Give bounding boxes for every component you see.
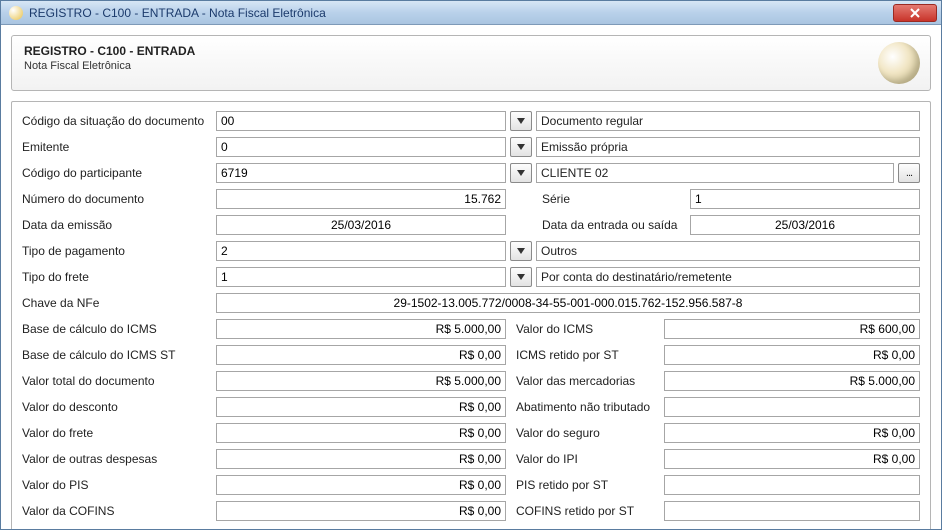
desc-codigo-participante: CLIENTE 02	[536, 163, 894, 183]
input-icms-retido-st[interactable]	[664, 345, 920, 365]
label-valor-total-doc: Valor total do documento	[22, 374, 212, 388]
label-valor-pis: Valor do PIS	[22, 478, 212, 492]
input-data-emissao[interactable]	[216, 215, 506, 235]
titlebar: REGISTRO - C100 - ENTRADA - Nota Fiscal …	[1, 1, 941, 25]
input-serie[interactable]	[690, 189, 920, 209]
label-serie: Série	[536, 192, 686, 206]
dropdown-emitente[interactable]	[510, 137, 532, 157]
app-icon	[9, 6, 23, 20]
desc-tipo-pagamento: Outros	[536, 241, 920, 261]
chevron-down-icon	[517, 248, 525, 254]
label-codigo-situacao: Código da situação do documento	[22, 114, 212, 128]
label-tipo-frete: Tipo do frete	[22, 270, 212, 284]
window-title: REGISTRO - C100 - ENTRADA - Nota Fiscal …	[29, 6, 893, 20]
label-pis-retido-st: PIS retido por ST	[510, 478, 660, 492]
input-numero-documento[interactable]	[216, 189, 506, 209]
label-valor-ipi: Valor do IPI	[510, 452, 660, 466]
label-codigo-participante: Código do participante	[22, 166, 212, 180]
label-bc-icms-st: Base de cálculo do ICMS ST	[22, 348, 212, 362]
input-valor-icms[interactable]	[664, 319, 920, 339]
label-data-entrada: Data da entrada ou saída	[536, 218, 686, 232]
chevron-down-icon	[517, 144, 525, 150]
label-numero-documento: Número do documento	[22, 192, 212, 206]
desc-tipo-frete: Por conta do destinatário/remetente	[536, 267, 920, 287]
chevron-down-icon	[517, 118, 525, 124]
input-data-entrada[interactable]	[690, 215, 920, 235]
desc-codigo-situacao: Documento regular	[536, 111, 920, 131]
page-title: REGISTRO - C100 - ENTRADA	[24, 44, 918, 58]
input-valor-seguro[interactable]	[664, 423, 920, 443]
header-logo	[878, 42, 920, 84]
lookup-participante-button[interactable]: ...	[898, 163, 920, 183]
label-valor-icms: Valor do ICMS	[510, 322, 660, 336]
input-pis-retido-st[interactable]	[664, 475, 920, 495]
input-codigo-situacao[interactable]	[216, 111, 506, 131]
dropdown-tipo-frete[interactable]	[510, 267, 532, 287]
input-tipo-frete[interactable]	[216, 267, 506, 287]
input-valor-pis[interactable]	[216, 475, 506, 495]
input-abatimento-nt[interactable]	[664, 397, 920, 417]
input-tipo-pagamento[interactable]	[216, 241, 506, 261]
label-abatimento-nt: Abatimento não tributado	[510, 400, 660, 414]
label-valor-cofins: Valor da COFINS	[22, 504, 212, 518]
form-panel: Código da situação do documento Document…	[11, 101, 931, 529]
label-valor-mercadorias: Valor das mercadorias	[510, 374, 660, 388]
input-chave-nfe[interactable]	[216, 293, 920, 313]
desc-emitente: Emissão própria	[536, 137, 920, 157]
input-valor-cofins[interactable]	[216, 501, 506, 521]
close-icon	[910, 8, 920, 18]
label-data-emissao: Data da emissão	[22, 218, 212, 232]
input-bc-icms-st[interactable]	[216, 345, 506, 365]
close-button[interactable]	[893, 4, 937, 22]
header-band: REGISTRO - C100 - ENTRADA Nota Fiscal El…	[11, 35, 931, 91]
input-valor-desconto[interactable]	[216, 397, 506, 417]
label-valor-frete: Valor do frete	[22, 426, 212, 440]
input-valor-frete[interactable]	[216, 423, 506, 443]
dropdown-codigo-situacao[interactable]	[510, 111, 532, 131]
input-valor-total-doc[interactable]	[216, 371, 506, 391]
label-chave-nfe: Chave da NFe	[22, 296, 212, 310]
label-bc-icms: Base de cálculo do ICMS	[22, 322, 212, 336]
label-icms-retido-st: ICMS retido por ST	[510, 348, 660, 362]
input-codigo-participante[interactable]	[216, 163, 506, 183]
label-cofins-retido-st: COFINS retido por ST	[510, 504, 660, 518]
label-valor-seguro: Valor do seguro	[510, 426, 660, 440]
dropdown-tipo-pagamento[interactable]	[510, 241, 532, 261]
label-valor-desconto: Valor do desconto	[22, 400, 212, 414]
input-valor-outras[interactable]	[216, 449, 506, 469]
window-frame: REGISTRO - C100 - ENTRADA - Nota Fiscal …	[0, 0, 942, 530]
input-cofins-retido-st[interactable]	[664, 501, 920, 521]
input-bc-icms[interactable]	[216, 319, 506, 339]
content-area: REGISTRO - C100 - ENTRADA Nota Fiscal El…	[1, 25, 941, 529]
input-emitente[interactable]	[216, 137, 506, 157]
input-valor-mercadorias[interactable]	[664, 371, 920, 391]
page-subtitle: Nota Fiscal Eletrônica	[24, 60, 918, 72]
chevron-down-icon	[517, 170, 525, 176]
dropdown-codigo-participante[interactable]	[510, 163, 532, 183]
label-emitente: Emitente	[22, 140, 212, 154]
chevron-down-icon	[517, 274, 525, 280]
label-valor-outras: Valor de outras despesas	[22, 452, 212, 466]
label-tipo-pagamento: Tipo de pagamento	[22, 244, 212, 258]
input-valor-ipi[interactable]	[664, 449, 920, 469]
